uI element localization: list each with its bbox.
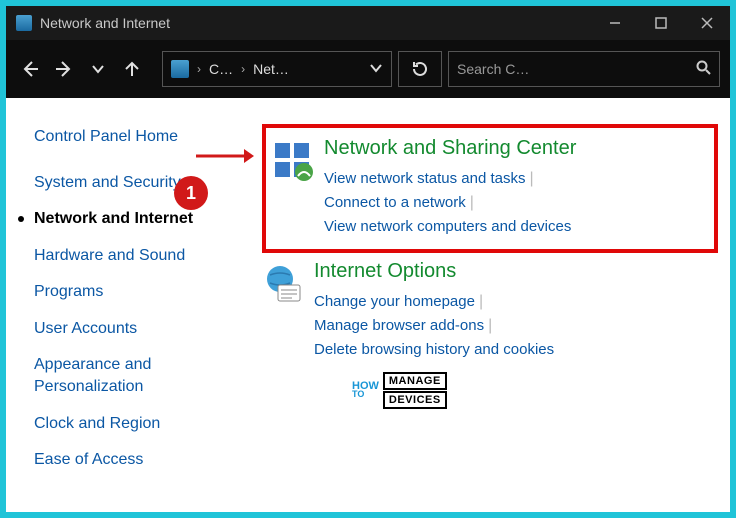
sidebar-item-ease-of-access[interactable]: Ease of Access	[34, 449, 244, 471]
watermark-to: TO	[352, 391, 379, 399]
chevron-right-icon: ›	[239, 62, 247, 76]
refresh-button[interactable]	[398, 51, 442, 87]
watermark-devices: DEVICES	[383, 391, 447, 409]
task-link[interactable]: Connect to a network	[324, 194, 466, 211]
task-link[interactable]: Change your homepage	[314, 293, 475, 310]
annotation-badge: 1	[174, 176, 208, 210]
watermark-manage: MANAGE	[383, 372, 447, 390]
annotation-arrow-icon	[194, 146, 254, 166]
internet-options-icon	[262, 263, 304, 305]
sidebar-item-programs[interactable]: Programs	[34, 281, 244, 303]
sidebar-item-appearance-personalization[interactable]: Appearance and Personalization	[34, 354, 244, 399]
address-dropdown[interactable]	[369, 61, 383, 78]
breadcrumb-segment[interactable]: C…	[209, 61, 233, 77]
category-title[interactable]: Network and Sharing Center	[324, 136, 704, 161]
up-button[interactable]	[118, 55, 146, 83]
control-panel-home-link[interactable]: Control Panel Home	[34, 128, 244, 146]
task-link[interactable]: View network computers and devices	[324, 218, 571, 235]
minimize-button[interactable]	[592, 6, 638, 40]
forward-button[interactable]	[50, 55, 78, 83]
category-title[interactable]: Internet Options	[314, 259, 718, 284]
search-icon	[696, 60, 711, 78]
control-panel-icon	[16, 15, 32, 31]
category-row: Internet Options Change your homepage| M…	[262, 259, 718, 362]
sidebar-item-hardware-sound[interactable]: Hardware and Sound	[34, 245, 244, 267]
history-dropdown[interactable]	[84, 55, 112, 83]
task-link[interactable]: Delete browsing history and cookies	[314, 341, 554, 358]
search-placeholder: Search C…	[457, 61, 529, 77]
watermark: HOW TO MANAGE DEVICES	[352, 372, 718, 409]
task-link[interactable]: View network status and tasks	[324, 170, 526, 187]
network-sharing-center-icon	[272, 140, 314, 182]
location-icon	[171, 60, 189, 78]
maximize-button[interactable]	[638, 6, 684, 40]
address-bar[interactable]: › C… › Net…	[162, 51, 392, 87]
sidebar-item-user-accounts[interactable]: User Accounts	[34, 318, 244, 340]
sidebar: Control Panel Home System and Security N…	[34, 118, 244, 512]
chevron-right-icon: ›	[195, 62, 203, 76]
sidebar-item-network-internet[interactable]: Network and Internet	[34, 208, 244, 230]
task-link[interactable]: Manage browser add-ons	[314, 317, 484, 334]
window-titlebar: Network and Internet	[6, 6, 730, 40]
annotation-badge-number: 1	[186, 183, 196, 204]
highlighted-category: Network and Sharing Center View network …	[262, 124, 718, 253]
main-panel: 1 Network and Sharing Center View networ…	[244, 118, 718, 512]
breadcrumb-segment[interactable]: Net…	[253, 61, 289, 77]
sidebar-item-system-security[interactable]: System and Security	[34, 172, 244, 194]
window-title: Network and Internet	[40, 15, 170, 31]
search-input[interactable]: Search C…	[448, 51, 720, 87]
navigation-bar: › C… › Net… Search C…	[6, 40, 730, 98]
close-button[interactable]	[684, 6, 730, 40]
sidebar-item-clock-region[interactable]: Clock and Region	[34, 413, 244, 435]
back-button[interactable]	[16, 55, 44, 83]
